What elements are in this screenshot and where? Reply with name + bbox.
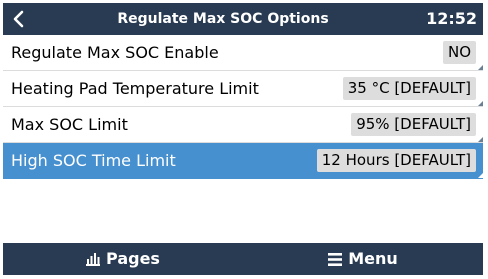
option-label: Heating Pad Temperature Limit: [11, 79, 259, 98]
option-value: 12 Hours [DEFAULT]: [316, 149, 476, 172]
corner-indicator-icon: [478, 173, 483, 178]
header-bar: Regulate Max SOC Options 12:52: [3, 3, 483, 35]
hamburger-menu-icon: [328, 253, 343, 266]
clock: 12:52: [426, 9, 477, 28]
option-row-regulate-max-soc-enable[interactable]: Regulate Max SOC Enable NO: [3, 35, 483, 71]
screen-frame: Regulate Max SOC Options 12:52 Regulate …: [3, 3, 483, 275]
option-label: Regulate Max SOC Enable: [11, 43, 219, 62]
option-value: 95% [DEFAULT]: [351, 113, 476, 136]
page-title: Regulate Max SOC Options: [117, 11, 329, 27]
chevron-left-icon: [13, 10, 24, 28]
pages-label: Pages: [106, 249, 160, 268]
back-button[interactable]: [9, 9, 29, 29]
bar-chart-icon: [86, 253, 101, 266]
option-label: Max SOC Limit: [11, 115, 128, 134]
option-value: 35 °C [DEFAULT]: [342, 77, 476, 100]
option-row-high-soc-time-limit[interactable]: High SOC Time Limit 12 Hours [DEFAULT]: [3, 143, 483, 179]
option-row-heating-pad-temperature-limit[interactable]: Heating Pad Temperature Limit 35 °C [DEF…: [3, 71, 483, 107]
option-row-max-soc-limit[interactable]: Max SOC Limit 95% [DEFAULT]: [3, 107, 483, 143]
corner-indicator-icon: [478, 101, 483, 106]
option-label: High SOC Time Limit: [11, 151, 176, 170]
pages-button[interactable]: Pages: [3, 243, 243, 275]
options-list: Regulate Max SOC Enable NO Heating Pad T…: [3, 35, 483, 179]
menu-button[interactable]: Menu: [243, 243, 483, 275]
menu-label: Menu: [348, 249, 398, 268]
corner-indicator-icon: [478, 65, 483, 70]
corner-indicator-icon: [478, 137, 483, 142]
option-value: NO: [442, 41, 476, 64]
footer-bar: Pages Menu: [3, 243, 483, 275]
